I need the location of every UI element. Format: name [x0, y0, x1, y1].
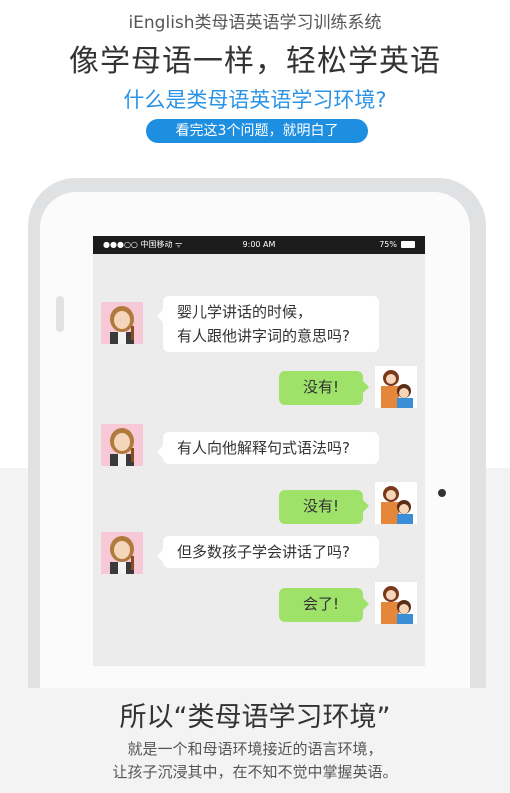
- footer-line-1: 就是一个和母语环境接近的语言环境，: [127, 740, 383, 758]
- teacher-avatar: [101, 532, 143, 574]
- brand-subtitle: iEnglish类母语英语学习训练系统: [128, 13, 382, 33]
- chat-screen: ●●●○○ 中国移动 ᯤ 9:00 AM 75% 婴儿学讲话的时候， 有人跟他讲…: [93, 236, 425, 666]
- reply-text: 会了!: [302, 595, 339, 613]
- message-line: 有人跟他讲字词的意思吗?: [177, 327, 350, 345]
- speaker-grille: [56, 296, 64, 332]
- reply-bubble: 没有!: [279, 490, 369, 524]
- mother-child-avatar: [375, 366, 417, 408]
- message-bubble: 有人向他解释句式语法吗?: [157, 432, 379, 464]
- reply-text: 没有!: [302, 378, 339, 396]
- cta-pill[interactable]: 看完这3个问题，就明白了: [146, 119, 368, 143]
- mother-child-avatar: [375, 582, 417, 624]
- message-bubble: 但多数孩子学会讲话了吗?: [157, 536, 379, 568]
- reply-text: 没有!: [302, 497, 339, 515]
- headline: 像学母语一样，轻松学英语: [69, 44, 441, 79]
- status-time: 9:00 AM: [242, 240, 276, 249]
- question-title: 什么是类母语英语学习环境?: [123, 88, 387, 112]
- status-bar: ●●●○○ 中国移动 ᯤ 9:00 AM 75%: [93, 236, 425, 254]
- reply-bubble: 没有!: [279, 371, 369, 405]
- home-button-dot: [438, 489, 446, 497]
- teacher-avatar: [101, 302, 143, 344]
- message-text: 但多数孩子学会讲话了吗?: [177, 543, 350, 561]
- message-text: 有人向他解释句式语法吗?: [177, 439, 350, 457]
- message-line: 婴儿学讲话的时候，: [177, 303, 313, 321]
- battery-label: 75%: [379, 240, 397, 249]
- battery-icon: [401, 241, 415, 248]
- reply-bubble: 会了!: [279, 588, 369, 622]
- message-bubble: 婴儿学讲话的时候， 有人跟他讲字词的意思吗?: [157, 296, 379, 352]
- mother-child-avatar: [375, 482, 417, 524]
- footer-line-2: 让孩子沉浸其中，在不知不觉中掌握英语。: [112, 763, 398, 781]
- teacher-avatar: [101, 424, 143, 466]
- footer-title: 所以“类母语学习环境”: [119, 702, 391, 733]
